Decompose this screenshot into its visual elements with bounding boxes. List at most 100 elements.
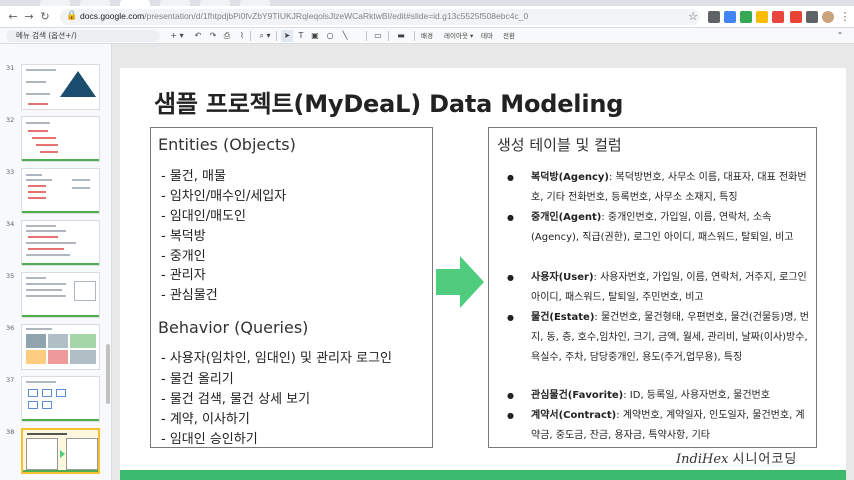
lock-icon: 🔒: [66, 11, 78, 21]
paint-format-icon[interactable]: ⌇: [236, 30, 248, 42]
slide-title: 샘플 프로젝트(MyDeaL) Data Modeling: [154, 90, 624, 118]
thumb-box: [42, 389, 52, 397]
text-box-icon[interactable]: T: [295, 30, 307, 42]
thumb-line: [28, 248, 64, 250]
thumb-image: [70, 334, 96, 348]
watermark-korean: 시니어코딩: [732, 452, 798, 467]
slide-canvas[interactable]: 샘플 프로젝트(MyDeaL) Data Modeling Entities (…: [120, 68, 846, 480]
table-name: 계약서(Contract): [531, 410, 617, 421]
thumb-line: [40, 151, 58, 153]
thumb-image: [26, 350, 46, 364]
thumb-box: [28, 389, 38, 397]
behavior-item: - 계약, 이사하기: [161, 412, 250, 427]
star-icon[interactable]: ☆: [686, 10, 700, 24]
thumb-line: [26, 179, 52, 181]
extension-icon[interactable]: [708, 11, 720, 23]
extension-icon[interactable]: [740, 11, 752, 23]
thumb-line: [27, 433, 67, 435]
thumb-line: [72, 187, 90, 189]
select-cursor-icon[interactable]: ➤: [281, 30, 293, 42]
thumb-line: [26, 381, 56, 383]
puzzle-icon[interactable]: [806, 11, 818, 23]
filmstrip-scrollbar[interactable]: [106, 344, 110, 404]
thumb-line: [26, 225, 56, 227]
thumb-line: [26, 254, 70, 256]
table-name: 물건(Estate): [531, 312, 595, 323]
table-entry: ● 계약서(Contract): 계약번호, 계약일자, 인도일자, 물건번호,…: [507, 406, 807, 446]
redo-icon[interactable]: ↷: [207, 30, 219, 42]
thumb-box: [26, 438, 58, 470]
line-icon[interactable]: ╲: [339, 30, 351, 42]
image-icon[interactable]: ▣: [309, 30, 321, 42]
toolbar-divider: [414, 31, 415, 41]
bullet-icon: ●: [507, 411, 514, 420]
url-input[interactable]: 🔒 docs.google.com/presentation/d/1fhtpdj…: [60, 9, 700, 25]
more-vert-icon[interactable]: ⋮: [838, 10, 852, 24]
layout-button[interactable]: 레이아웃 ▾: [444, 30, 473, 42]
entities-behavior-box: Entities (Objects) - 물건, 매물 - 임차인/매수인/세입…: [150, 127, 433, 448]
table-name: 사용자(User): [531, 272, 594, 283]
toolbar-divider: [388, 31, 389, 41]
thumb-box: [66, 438, 98, 470]
slide-thumbnail[interactable]: [21, 220, 100, 266]
slide-thumbnail[interactable]: [21, 272, 100, 318]
thumb-box: [74, 281, 96, 301]
left-arrow-icon[interactable]: ←: [6, 10, 20, 24]
undo-icon[interactable]: ↶: [192, 30, 204, 42]
entity-item: - 관심물건: [161, 288, 218, 303]
theme-button[interactable]: 테마: [481, 30, 493, 42]
thumb-bar: [22, 419, 99, 421]
slides-toolbar: 메뉴 검색 (옵션+/) + ▾ ↶ ↷ ⎙ ⌇ ⌕ ▾ ➤ T ▣ ○ ╲ ▭…: [0, 28, 854, 44]
slide-thumbnail[interactable]: [21, 376, 100, 422]
extension-icon[interactable]: [790, 11, 802, 23]
slide-bottom-bar: [120, 470, 846, 480]
channel-watermark: IndiHex 시니어코딩: [676, 448, 797, 467]
line-weight-icon[interactable]: ▬: [393, 30, 409, 42]
thumb-line: [28, 130, 48, 132]
reload-icon[interactable]: ↻: [38, 10, 52, 24]
slide-number: 34: [6, 220, 15, 228]
slide-thumbnail-active[interactable]: [21, 428, 100, 474]
thumb-line: [26, 93, 50, 95]
slide-thumbnail[interactable]: [21, 168, 100, 214]
right-arrow-graphic: [436, 256, 484, 308]
transition-button[interactable]: 전환: [503, 30, 515, 42]
entity-item: - 물건, 매물: [161, 169, 226, 184]
watermark-latin: IndiHex: [676, 452, 729, 467]
bullet-icon: ●: [507, 273, 514, 282]
comment-icon[interactable]: ▭: [372, 30, 384, 42]
thumb-bar: [22, 263, 99, 265]
shape-icon[interactable]: ○: [324, 30, 336, 42]
thumb-line: [26, 277, 46, 279]
extension-icon[interactable]: [756, 11, 768, 23]
slide-number: 35: [6, 272, 15, 280]
slide-number: 36: [6, 324, 15, 332]
slide-thumbnail[interactable]: [21, 116, 100, 162]
toolbar-divider: [366, 31, 367, 41]
print-icon[interactable]: ⎙: [221, 30, 233, 42]
thumb-bar: [22, 315, 99, 317]
thumb-arrow: [60, 450, 65, 458]
extension-icon[interactable]: [724, 11, 736, 23]
toolbar-divider: [250, 31, 251, 41]
right-arrow-icon[interactable]: →: [22, 10, 36, 24]
slide-thumbnail[interactable]: [21, 324, 100, 370]
thumb-bar: [23, 470, 98, 472]
thumb-line: [36, 144, 58, 146]
slide-thumbnail[interactable]: [21, 64, 100, 110]
bullet-icon: ●: [507, 391, 514, 400]
slide-number: 37: [6, 376, 15, 384]
new-slide-button[interactable]: + ▾: [168, 30, 186, 42]
avatar[interactable]: [822, 11, 834, 23]
background-button[interactable]: 배경: [421, 30, 433, 42]
zoom-icon[interactable]: ⌕ ▾: [256, 30, 274, 42]
collapse-toolbar-icon[interactable]: ⌃: [834, 30, 846, 42]
table-entry: ● 중개인(Agent): 중개인번호, 가입일, 이름, 연락처, 소속(Ag…: [507, 208, 807, 268]
thumb-box: [56, 389, 66, 397]
thumb-line: [26, 122, 50, 124]
entity-item: - 임대인/매도인: [161, 209, 246, 224]
menu-search-input[interactable]: 메뉴 검색 (옵션+/): [6, 30, 160, 42]
extension-icon[interactable]: [772, 11, 784, 23]
table-entry: ● 복덕방(Agency): 복덕방번호, 사무소 이름, 대표자, 대표 전화…: [507, 168, 807, 208]
bullet-icon: ●: [507, 213, 514, 222]
